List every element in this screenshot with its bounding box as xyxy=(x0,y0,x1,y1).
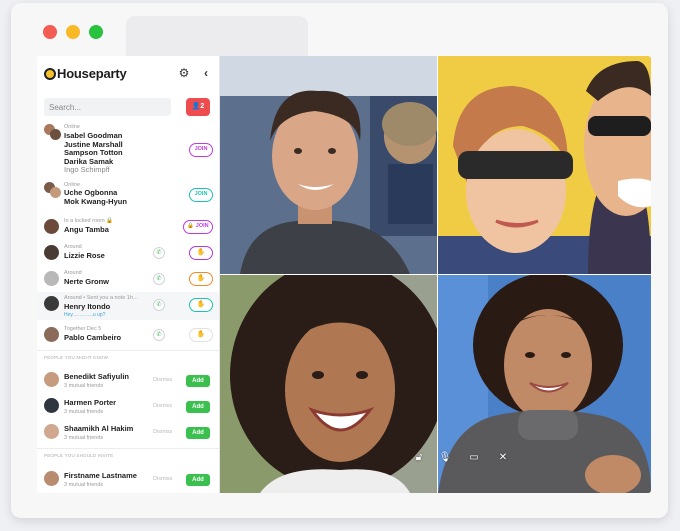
sidebar: Houseparty ⚙ ‹ 👤2 Online Isabel Goodman … xyxy=(37,56,220,493)
friend-name: Pablo Cambeiro xyxy=(64,333,122,342)
video-tile-couple-selfie[interactable] xyxy=(438,56,651,274)
friend-requests-button[interactable]: 👤2 xyxy=(186,98,210,116)
friend-request-count: 2 xyxy=(200,103,205,110)
phone-icon[interactable]: ✆ xyxy=(153,247,165,259)
video-tile-woman-laughing[interactable] xyxy=(220,275,437,493)
maximize-window-button[interactable] xyxy=(89,25,103,39)
divider xyxy=(37,448,219,449)
minimize-window-button[interactable] xyxy=(66,25,80,39)
room-members: Isabel Goodman Justine Marshall Sampson … xyxy=(64,131,123,175)
friend-status: Around xyxy=(64,244,82,250)
join-button[interactable]: JOIN xyxy=(189,143,213,157)
lock-icon: 🔒 xyxy=(187,223,195,229)
member-name: Mok Kwang-Hyun xyxy=(64,196,127,206)
dismiss-button[interactable]: Dismiss xyxy=(153,476,172,482)
phone-icon[interactable]: ✆ xyxy=(153,329,165,341)
close-window-button[interactable] xyxy=(43,25,57,39)
wave-hand-icon[interactable]: ✋ xyxy=(189,328,213,342)
member-name: Angu Tamba xyxy=(64,225,109,234)
suggestion-name: Harmen Porter xyxy=(64,398,117,407)
friend-name: Henry Itondo xyxy=(64,302,111,311)
friend-status: Around • Sent you a note 1h… xyxy=(64,295,139,301)
friend-row[interactable]: Around • Sent you a note 1h… Henry Itond… xyxy=(37,292,219,320)
avatar xyxy=(44,327,59,342)
avatar xyxy=(44,398,59,413)
browser-window: Houseparty ⚙ ‹ 👤2 Online Isabel Goodman … xyxy=(11,3,668,518)
mutual-friends: 3 mutual friends xyxy=(64,383,104,389)
wave-hand-icon[interactable]: ✋ xyxy=(189,298,213,312)
avatar xyxy=(50,187,61,198)
suggestion-row[interactable]: Shaamikh Al Hakim 3 mutual friends Dismi… xyxy=(37,420,219,444)
join-button[interactable]: 🔒 JOIN xyxy=(183,220,213,234)
avatar xyxy=(44,296,59,311)
avatar xyxy=(44,424,59,439)
wave-hand-icon[interactable]: ✋ xyxy=(189,246,213,260)
lock-icon[interactable]: 🔓︎ xyxy=(412,451,426,465)
mutual-friends: 3 mutual friends xyxy=(64,482,104,488)
friend-message: Hey…………u up? xyxy=(64,312,106,318)
wave-hand-icon[interactable]: ✋ xyxy=(189,272,213,286)
app-title: Houseparty xyxy=(57,66,127,81)
friend-status: Around xyxy=(64,270,82,276)
join-button[interactable]: JOIN xyxy=(189,188,213,202)
room-row[interactable]: Online Isabel Goodman Justine Marshall S… xyxy=(37,122,219,175)
join-label: JOIN xyxy=(195,223,209,229)
avatar xyxy=(44,219,59,234)
suggestion-name: Shaamikh Al Hakim xyxy=(64,424,134,433)
dismiss-button[interactable]: Dismiss xyxy=(153,403,172,409)
room-members: Uche Ogbonna Mok Kwang-Hyun xyxy=(64,188,127,206)
add-button[interactable]: Add xyxy=(186,474,210,486)
houseparty-app: Houseparty ⚙ ‹ 👤2 Online Isabel Goodman … xyxy=(37,56,651,493)
add-button[interactable]: Add xyxy=(186,401,210,413)
lock-icon: 🔒 xyxy=(106,218,114,224)
section-title: PEOPLE YOU MIGHT KNOW xyxy=(44,355,109,360)
room-status-text: In a locked room xyxy=(64,218,105,224)
room-status: Online xyxy=(64,124,80,130)
friend-row[interactable]: Around Lizzie Rose ✆ ✋ xyxy=(37,242,219,264)
phone-icon[interactable]: ✆ xyxy=(153,273,165,285)
gear-icon[interactable]: ⚙ xyxy=(177,66,191,80)
add-button[interactable]: Add xyxy=(186,375,210,387)
suggestion-row[interactable]: Harmen Porter 3 mutual friends Dismiss A… xyxy=(37,394,219,418)
avatar xyxy=(44,471,59,486)
invite-name: Firstname Lastname xyxy=(64,471,137,480)
add-button[interactable]: Add xyxy=(186,427,210,439)
mutual-friends: 3 mutual friends xyxy=(64,409,104,415)
search-input[interactable] xyxy=(44,98,171,116)
invite-row[interactable]: Firstname Lastname 3 mutual friends Dism… xyxy=(37,467,219,491)
avatar xyxy=(44,245,59,260)
suggestion-row[interactable]: Benedikt Safiyulin 3 mutual friends Dism… xyxy=(37,368,219,392)
video-grid: 🔓︎ 🎙︎ ▭ ✕ xyxy=(220,56,651,493)
dismiss-button[interactable]: Dismiss xyxy=(153,429,172,435)
chevron-left-icon[interactable]: ‹ xyxy=(199,66,213,80)
browser-tab[interactable] xyxy=(126,16,308,56)
mutual-friends: 3 mutual friends xyxy=(64,435,104,441)
dismiss-button[interactable]: Dismiss xyxy=(153,377,172,383)
video-tile-man-airplane[interactable] xyxy=(220,56,437,274)
section-title: PEOPLE YOU SHOULD INVITE xyxy=(44,453,114,458)
avatar xyxy=(44,372,59,387)
room-members: Angu Tamba xyxy=(64,225,109,235)
avatar xyxy=(50,129,61,140)
friend-row[interactable]: Together Dec 5 Pablo Cambeiro ✆ ✋ xyxy=(37,324,219,346)
close-icon[interactable]: ✕ xyxy=(496,451,510,465)
suggestion-name: Benedikt Safiyulin xyxy=(64,372,130,381)
sidebar-header: Houseparty ⚙ ‹ xyxy=(37,56,219,90)
phone-icon[interactable]: ✆ xyxy=(153,299,165,311)
houseparty-logo-icon xyxy=(44,68,56,80)
friend-name: Lizzie Rose xyxy=(64,251,105,260)
friend-status: Together Dec 5 xyxy=(64,326,102,332)
friend-name: Nerte Gronw xyxy=(64,277,110,286)
friend-row[interactable]: Around Nerte Gronw ✆ ✋ xyxy=(37,268,219,290)
room-row[interactable]: In a locked room 🔒 Angu Tamba 🔒 JOIN xyxy=(37,216,219,238)
room-status: In a locked room 🔒 xyxy=(64,218,113,224)
member-name: Ingo Schimpff xyxy=(64,165,110,175)
microphone-icon[interactable]: 🎙︎ xyxy=(438,451,452,465)
avatar xyxy=(44,271,59,286)
screen-share-icon[interactable]: ▭ xyxy=(467,451,481,465)
room-row[interactable]: Online Uche Ogbonna Mok Kwang-Hyun JOIN xyxy=(37,180,219,210)
divider xyxy=(37,350,219,351)
